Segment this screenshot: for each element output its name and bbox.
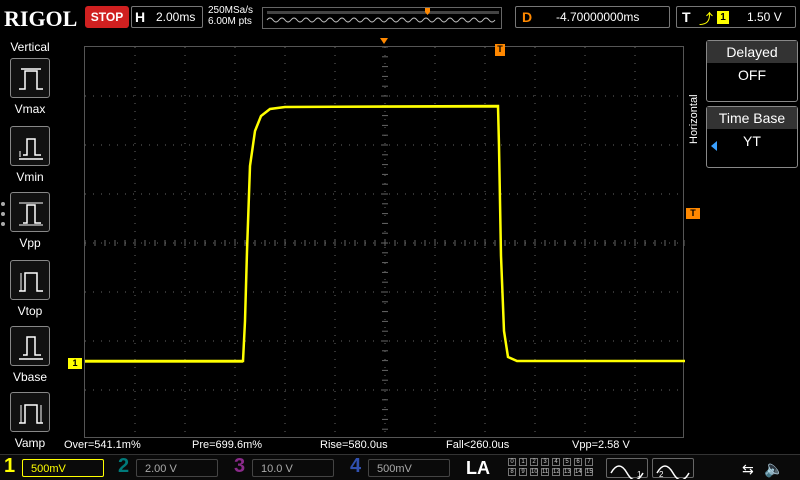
vpp-label: Vpp	[19, 236, 41, 250]
logic-bit: 9	[519, 468, 527, 476]
trigger-channel: 1	[717, 11, 729, 24]
vmin-label: Vmin	[16, 170, 44, 184]
horizontal-scale-box[interactable]: H 2.00ms	[131, 6, 203, 28]
channel3-scale: 10.0 V	[252, 459, 334, 477]
horizontal-label: H	[135, 9, 146, 25]
vbase-label: Vbase	[12, 370, 48, 384]
vpp-icon	[10, 192, 50, 232]
memory-depth: 6.00M pts	[208, 16, 252, 27]
logic-bit: 1	[519, 458, 527, 466]
channel3-number: 3	[234, 455, 246, 477]
trigger-box[interactable]: T ⤴ 1 1.50 V	[676, 6, 796, 28]
logic-bit: 14	[574, 468, 582, 476]
logic-bit: 15	[585, 468, 593, 476]
measure-vpp[interactable]: Vpp	[8, 192, 52, 254]
measure-overshoot: Over=541.1m%	[64, 439, 141, 451]
vmax-label: Vmax	[14, 102, 46, 116]
horizontal-menu-title: Horizontal	[688, 94, 700, 144]
trigger-label: T	[682, 9, 691, 25]
logic-bit: 11	[541, 468, 549, 476]
logic-bit: 4	[552, 458, 560, 466]
channel-bar: 1 500mV 2 2.00 V 3 10.0 V 4 500mV LA 012…	[0, 454, 800, 480]
channel2-scale: 2.00 V	[136, 459, 218, 477]
trigger-position-marker[interactable]: T	[495, 44, 505, 56]
measure-vmin[interactable]: Vmin	[8, 126, 52, 188]
logic-bit: 6	[574, 458, 582, 466]
vamp-icon	[10, 392, 50, 432]
delay-value: -4.70000000ms	[556, 10, 640, 24]
logic-bit: 5	[563, 458, 571, 466]
logic-channel-grid: 0 1 2 3 4 5 6 7 8 9 10 11 12 13 14 15	[508, 458, 598, 478]
vtop-label: Vtop	[17, 304, 43, 318]
channel2-button[interactable]: 2 2.00 V	[118, 455, 228, 479]
logic-bit: 2	[530, 458, 538, 466]
vbase-icon	[10, 326, 50, 366]
measure-vmax[interactable]: Vmax	[8, 58, 52, 120]
logic-bit: 12	[552, 468, 560, 476]
timebase-button[interactable]: Time Base YT	[706, 106, 798, 168]
measure-vpp: Vpp=2.58 V	[572, 439, 630, 451]
run-stop-status[interactable]: STOP	[85, 6, 129, 28]
logic-bit: 0	[508, 458, 516, 466]
delayed-button[interactable]: Delayed OFF	[706, 40, 798, 102]
delay-label: D	[522, 9, 533, 25]
logic-bit: 8	[508, 468, 516, 476]
usb-icon: ⇆	[742, 461, 754, 477]
vamp-label: Vamp	[14, 436, 46, 450]
channel1-button[interactable]: 1 500mV	[4, 455, 114, 479]
page-indicator	[1, 202, 7, 232]
waveform-display[interactable]	[84, 46, 685, 438]
horizontal-scale-value: 2.00ms	[156, 10, 196, 24]
sine-wave-icon: 2	[656, 465, 690, 480]
logic-analyzer-button[interactable]: LA	[466, 458, 490, 479]
measurement-bar: Over=541.1m% Pre=699.6m% Rise=580.0us Fa…	[60, 438, 686, 454]
graticule	[85, 47, 685, 432]
generator1-button[interactable]: 1	[606, 458, 648, 480]
channel1-scale: 500mV	[22, 459, 104, 477]
svg-text:2: 2	[659, 470, 664, 479]
center-marker-icon	[380, 38, 388, 44]
measure-fall: Fall<260.0us	[446, 439, 510, 451]
channel1-offset-marker[interactable]: 1	[68, 358, 82, 369]
timeline-waveform-icon	[266, 8, 499, 23]
speaker-mute-icon[interactable]: 🔈	[764, 459, 784, 479]
measure-vamp[interactable]: Vamp	[8, 392, 52, 454]
vertical-menu-title: Vertical	[10, 40, 50, 54]
sine-wave-icon: 1	[610, 465, 644, 480]
delayed-value: OFF	[738, 67, 766, 83]
horizontal-menu: Horizontal Delayed OFF Time Base YT	[686, 36, 800, 454]
channel4-scale: 500mV	[368, 459, 450, 477]
vmin-icon	[10, 126, 50, 166]
generator2-button[interactable]: 2	[652, 458, 694, 480]
sample-rate: 250MSa/s	[208, 5, 254, 16]
timebase-value: YT	[743, 133, 761, 149]
channel3-button[interactable]: 3 10.0 V	[234, 455, 344, 479]
measure-rise: Rise=580.0us	[320, 439, 388, 451]
logic-bit: 10	[530, 468, 538, 476]
logic-bit: 7	[585, 458, 593, 466]
channel2-number: 2	[118, 455, 130, 477]
trigger-level: 1.50 V	[747, 10, 782, 24]
timebase-title: Time Base	[707, 107, 797, 129]
channel4-button[interactable]: 4 500mV	[350, 455, 460, 479]
measure-vtop[interactable]: Vtop	[8, 260, 52, 322]
top-status-bar: RIGOL STOP H 2.00ms 250MSa/s 6.00M pts D…	[0, 0, 800, 36]
svg-text:1: 1	[637, 470, 642, 479]
vmax-icon	[10, 58, 50, 98]
measure-preshoot: Pre=699.6m%	[192, 439, 263, 451]
delay-box[interactable]: D -4.70000000ms	[515, 6, 670, 28]
vtop-icon	[10, 260, 50, 300]
vertical-measure-menu: Vertical Vmax Vmin Vpp Vtop Vbase Vamp	[0, 36, 60, 454]
rising-edge-icon: ⤴	[699, 11, 713, 27]
logic-bit: 3	[541, 458, 549, 466]
channel1-number: 1	[4, 455, 16, 477]
delayed-title: Delayed	[707, 41, 797, 63]
logic-bit: 13	[563, 468, 571, 476]
channel4-number: 4	[350, 455, 362, 477]
measure-vbase[interactable]: Vbase	[8, 326, 52, 388]
brand-logo: RIGOL	[4, 6, 78, 31]
acquisition-info: 250MSa/s 6.00M pts	[208, 5, 253, 27]
memory-timeline[interactable]	[262, 7, 502, 29]
